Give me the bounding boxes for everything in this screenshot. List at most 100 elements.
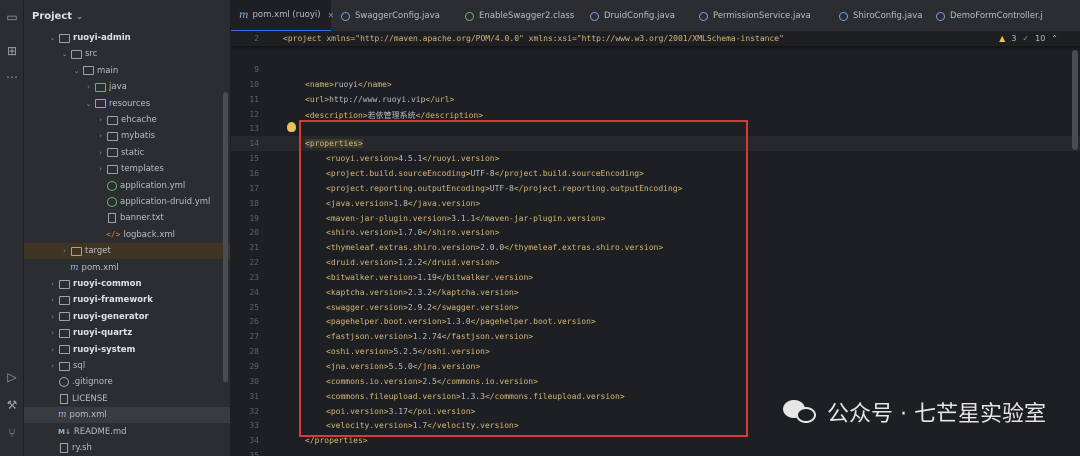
project-panel: Project ⌄ ⌄ ruoyi-admin ⌄ src ⌄ main › java ⌄ res… bbox=[24, 0, 231, 456]
chevron-down-icon[interactable]: ⌄ bbox=[84, 100, 93, 108]
tree-item[interactable]: › sql bbox=[24, 358, 230, 374]
chevron-right-icon[interactable]: › bbox=[96, 116, 105, 124]
project-scrollbar[interactable] bbox=[223, 92, 228, 382]
chevron-right-icon[interactable]: › bbox=[48, 362, 57, 370]
chevron-right-icon[interactable]: › bbox=[96, 149, 105, 157]
line-number: 19 bbox=[249, 213, 259, 223]
tree-item[interactable]: › mybatis bbox=[24, 128, 230, 144]
tree-item[interactable]: banner.txt bbox=[24, 210, 230, 226]
run-tool-icon[interactable]: ▷ bbox=[3, 368, 21, 386]
line-number: 22 bbox=[249, 258, 259, 268]
tree-item[interactable]: ⌄ ruoyi-admin bbox=[24, 30, 230, 46]
tree-item[interactable]: › ruoyi-generator bbox=[24, 309, 230, 325]
inspection-widget[interactable]: ▲ 3 ✓ 10 ⌃ bbox=[999, 34, 1058, 43]
xml-open-tag: <description> bbox=[305, 110, 368, 120]
tree-item-label: target bbox=[85, 246, 111, 257]
code-line[interactable]: </properties> bbox=[305, 436, 368, 445]
tree-item-label: resources bbox=[109, 98, 151, 109]
chevron-right-icon[interactable]: › bbox=[48, 346, 57, 354]
line-number: 29 bbox=[249, 362, 259, 371]
java-class-icon bbox=[936, 11, 945, 21]
chevron-right-icon[interactable]: › bbox=[48, 313, 57, 321]
editor-tab[interactable]: SwaggerConfig.java bbox=[333, 0, 455, 31]
folder-icon bbox=[59, 33, 70, 43]
tree-item[interactable]: m pom.xml bbox=[24, 260, 230, 276]
tree-item[interactable]: › ruoyi-system bbox=[24, 342, 230, 358]
tree-item-label: ruoyi-framework bbox=[73, 295, 153, 306]
tree-item[interactable]: application-druid.yml bbox=[24, 194, 230, 210]
tree-item[interactable]: › ruoyi-common bbox=[24, 276, 230, 292]
chevron-down-icon[interactable]: ⌄ bbox=[48, 34, 57, 42]
tree-item[interactable]: </> logback.xml bbox=[24, 227, 230, 243]
chevron-right-icon[interactable]: › bbox=[48, 296, 57, 304]
project-panel-header[interactable]: Project ⌄ bbox=[24, 0, 230, 32]
editor-tab[interactable]: DruidConfig.java bbox=[582, 0, 689, 31]
maven-file-icon: m bbox=[70, 262, 79, 273]
line-number: 18 bbox=[249, 198, 259, 208]
tree-item[interactable]: .gitignore bbox=[24, 374, 230, 390]
editor-tab[interactable]: EnableSwagger2.class bbox=[457, 0, 580, 31]
xml-close-tag: </url> bbox=[425, 94, 455, 104]
editor-tab[interactable]: DemoFormController.j bbox=[928, 0, 1080, 31]
chevron-right-icon[interactable]: › bbox=[96, 165, 105, 173]
source-folder-icon bbox=[95, 82, 106, 92]
tree-item-label: ruoyi-system bbox=[73, 344, 136, 355]
chevron-up-icon[interactable]: ⌃ bbox=[1051, 34, 1058, 43]
tree-item[interactable]: application.yml bbox=[24, 178, 230, 194]
tree-item[interactable]: › templates bbox=[24, 161, 230, 177]
folder-icon bbox=[59, 361, 70, 371]
lightbulb-icon[interactable] bbox=[287, 122, 296, 132]
line-number: 34 bbox=[249, 436, 259, 446]
yaml-file-icon bbox=[107, 180, 117, 191]
xml-value: 若依管理系统 bbox=[367, 110, 416, 120]
tree-item-label: README.md bbox=[73, 426, 127, 437]
line-number: 30 bbox=[249, 376, 259, 386]
chevron-down-icon[interactable]: ⌄ bbox=[60, 50, 69, 58]
code-editor[interactable]: 9 10 11 12 13 14 15 16 17 18 19 20 21 22 23 24 25 26 27 28 2… bbox=[231, 32, 1080, 456]
tree-item[interactable]: › static bbox=[24, 145, 230, 161]
editor-tab[interactable]: m pom.xml (ruoyi) ✕ bbox=[231, 0, 334, 31]
code-line[interactable]: <url>http://www.ruoyi.vip</url> bbox=[305, 95, 454, 104]
xml-close-tag: </name> bbox=[358, 79, 392, 89]
warning-count: 3 bbox=[1011, 34, 1017, 43]
chevron-right-icon[interactable]: › bbox=[96, 132, 105, 140]
line-number: 14 bbox=[249, 139, 259, 149]
structure-tool-icon[interactable]: ⊞ bbox=[3, 42, 21, 60]
chevron-down-icon[interactable]: ⌄ bbox=[76, 12, 83, 21]
editor-tab[interactable]: ShiroConfig.java bbox=[831, 0, 926, 31]
editor-tab[interactable]: PermissionService.java bbox=[691, 0, 829, 31]
tree-item[interactable]: ⌄ resources bbox=[24, 96, 230, 112]
editor-scrollbar[interactable] bbox=[1072, 50, 1078, 150]
folder-icon bbox=[59, 295, 70, 305]
code-line[interactable]: <description>若依管理系统</description> bbox=[305, 110, 483, 121]
chevron-right-icon[interactable]: › bbox=[60, 247, 69, 255]
more-tools-icon[interactable]: ⋯ bbox=[3, 68, 21, 86]
tree-item[interactable]: LICENSE bbox=[24, 391, 230, 407]
chevron-right-icon[interactable]: › bbox=[84, 83, 93, 91]
tree-item[interactable]: › java bbox=[24, 79, 230, 95]
tree-item[interactable]: m pom.xml bbox=[24, 407, 230, 424]
vcs-tool-icon[interactable]: ⑂ bbox=[3, 424, 21, 442]
tree-item-label: logback.xml bbox=[123, 229, 175, 240]
build-tool-icon[interactable]: ⚒ bbox=[3, 396, 21, 414]
tree-item[interactable]: ⌄ src bbox=[24, 46, 230, 62]
tree-item[interactable]: › ruoyi-quartz bbox=[24, 325, 230, 341]
chevron-right-icon[interactable]: › bbox=[48, 329, 57, 337]
tree-item[interactable]: M↓ README.md bbox=[24, 424, 230, 440]
code-line[interactable]: <name>ruoyi</name> bbox=[305, 80, 392, 89]
xml-open-tag: <url> bbox=[305, 94, 330, 104]
chevron-down-icon[interactable]: ⌄ bbox=[72, 67, 81, 75]
line-number: 21 bbox=[249, 243, 259, 253]
tree-item[interactable]: › ehcache bbox=[24, 112, 230, 128]
chevron-right-icon[interactable]: › bbox=[48, 280, 57, 288]
tree-item-label: ehcache bbox=[121, 115, 157, 125]
line-gutter: 9 10 11 12 13 14 15 16 17 18 19 20 21 22 23 24 25 26 27 28 2… bbox=[231, 32, 271, 456]
tree-item[interactable]: ⌄ main bbox=[24, 63, 230, 79]
warning-icon: ▲ bbox=[999, 34, 1006, 43]
sticky-line: 2 <project xmlns="http://maven.apache.or… bbox=[231, 32, 1080, 46]
line-number: 20 bbox=[249, 228, 259, 238]
tree-item[interactable]: ry.sh bbox=[24, 440, 230, 456]
tree-item[interactable]: › ruoyi-framework bbox=[24, 292, 230, 308]
project-tool-icon[interactable]: ▭ bbox=[3, 8, 21, 26]
tree-item[interactable]: › target bbox=[24, 243, 230, 260]
